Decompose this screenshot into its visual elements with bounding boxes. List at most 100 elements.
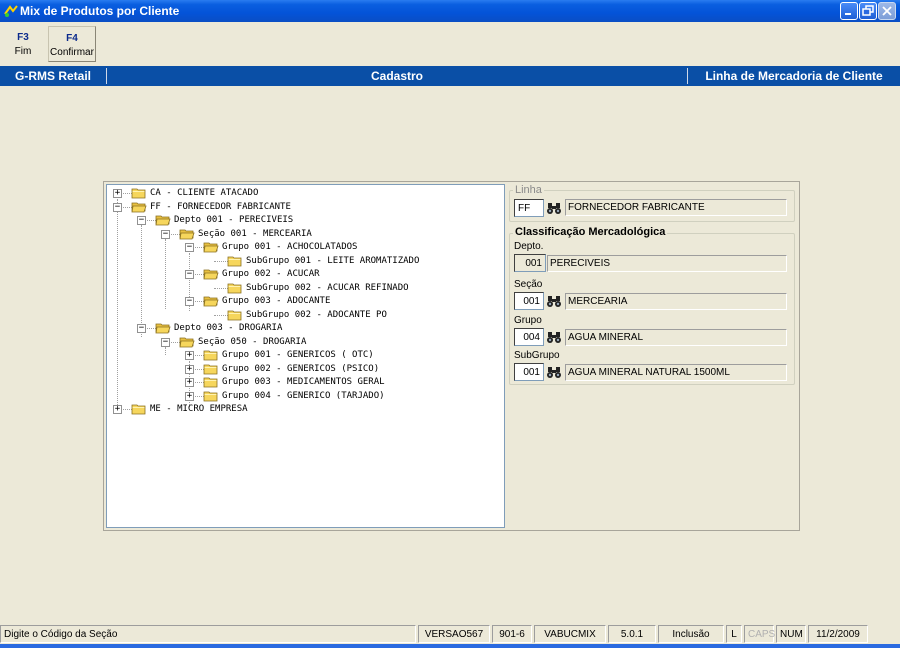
tree-node[interactable]: + Grupo 003 - MEDICAMENTOS GERAL [107,376,502,389]
expand-icon[interactable]: + [185,391,194,401]
tree-node-label: Grupo 004 - GENERICO (TARJADO) [222,390,385,401]
tree-node[interactable]: − Grupo 002 - ACUCAR [107,268,502,281]
secao-code-input[interactable]: 001 [514,292,544,310]
grupo-code-input[interactable]: 004 [514,328,544,346]
tree-node[interactable]: + CA - CLIENTE ATACADO [107,187,502,200]
tree-connector [214,314,228,316]
f4-label: Confirmar [50,47,94,58]
subgrupo-search-icon[interactable] [546,365,562,379]
tree-node[interactable]: − Grupo 001 - ACHOCOLATADOS [107,241,502,254]
close-icon [882,6,892,16]
window-title: Mix de Produtos por Cliente [20,4,180,18]
status-code: 901-6 [492,625,532,643]
app-icon [4,5,18,17]
secao-description: MERCEARIA [565,293,787,310]
tree-connector [214,287,228,289]
tree-node[interactable]: + Grupo 004 - GENERICO (TARJADO) [107,390,502,403]
minimize-button[interactable] [840,2,858,20]
grupo-description: AGUA MINERAL [565,329,787,346]
taskbar-edge [0,644,900,648]
subgrupo-description: AGUA MINERAL NATURAL 1500ML [565,364,787,381]
subgrupo-code-input[interactable]: 001 [514,363,544,381]
tree-node-label: Grupo 001 - ACHOCOLATADOS [222,242,358,252]
tree-node-label: Grupo 002 - GENERICOS (PSICO) [222,363,380,374]
collapse-icon[interactable]: − [137,216,146,225]
tree-node-label: SubGrupo 001 - LEITE AROMATIZADO [246,255,420,266]
folder-icon [155,323,171,334]
depto-label: Depto. [514,241,544,252]
folder-icon [203,242,219,253]
grupo-label: Grupo [514,315,542,326]
status-message: Digite o Código da Seção [0,625,416,643]
tree-node-label: SubGrupo 002 - ACUCAR REFINADO [246,282,409,293]
status-date: 11/2/2009 [808,625,868,643]
linha-code-input[interactable]: FF [514,199,544,217]
expand-icon[interactable]: + [185,351,194,360]
tree-node-label: Depto 003 - DROGARIA [174,323,283,333]
expand-icon[interactable]: + [185,378,194,387]
folder-icon [203,391,218,401]
tree-node[interactable]: − Grupo 003 - ADOCANTE [107,295,502,308]
linha-search-icon[interactable] [546,201,562,215]
toolbar: F3 Fim F4 Confirmar [0,22,900,64]
tree-node-label: Grupo 003 - ADOCANTE [222,296,331,306]
tree-node-label: Seção 050 - DROGARIA [198,336,307,347]
tree-node-label: FF - FORNECEDOR FABRICANTE [150,201,291,212]
collapse-icon[interactable]: − [161,229,170,239]
tree-node[interactable]: SubGrupo 002 - ACUCAR REFINADO [107,282,502,295]
tree-node-label: Grupo 002 - ACUCAR [222,269,320,279]
depto-code-input: 001 [514,254,546,272]
collapse-icon[interactable]: − [185,243,194,252]
folder-icon [179,229,195,239]
restore-button[interactable] [859,2,877,20]
tree-node[interactable]: + Grupo 002 - GENERICOS (PSICO) [107,363,502,376]
status-num: NUM [776,625,806,643]
tree-node[interactable]: − Seção 001 - MERCEARIA [107,228,502,241]
status-l: L [726,625,742,643]
collapse-icon[interactable]: − [137,324,146,333]
tree-node[interactable]: SubGrupo 002 - ADOCANTE PO [107,309,502,322]
expand-icon[interactable]: + [185,364,194,374]
tree-node[interactable]: SubGrupo 001 - LEITE AROMATIZADO [107,255,502,268]
folder-icon [131,188,146,199]
tree-node-label: Depto 001 - PERECIVEIS [174,215,294,225]
tree-node-label: CA - CLIENTE ATACADO [150,188,259,198]
secao-label: Seção [514,279,543,290]
folder-icon [203,377,218,388]
header-screen-name: Linha de Mercadoria de Cliente [705,69,883,83]
title-bar: Mix de Produtos por Cliente [0,0,900,22]
grupo-search-icon[interactable] [546,330,562,344]
collapse-icon[interactable]: − [113,202,122,212]
classification-tree[interactable]: + CA - CLIENTE ATACADO − FF - FORNECEDOR FA… [106,184,505,528]
tree-node[interactable]: − Seção 050 - DROGARIA [107,336,502,349]
expand-icon[interactable]: + [113,405,122,414]
tree-node[interactable]: + ME - MICRO EMPRESA [107,403,502,416]
status-version: VERSAO567 [418,625,490,643]
folder-icon [203,269,219,280]
folder-icon [179,337,195,347]
tree-node[interactable]: − Depto 001 - PERECIVEIS [107,214,502,227]
tree-node-label: SubGrupo 002 - ADOCANTE PO [246,309,387,320]
collapse-icon[interactable]: − [161,337,170,347]
f4-key: F4 [66,33,78,44]
close-button[interactable] [878,2,896,20]
status-program: VABUCMIX [534,625,606,643]
tree-node[interactable]: + Grupo 001 - GENERICOS ( OTC) [107,349,502,362]
tree-node[interactable]: − Depto 003 - DROGARIA [107,322,502,335]
folder-icon [203,296,219,307]
folder-icon [227,256,242,266]
secao-search-icon[interactable] [546,294,562,308]
linha-description: FORNECEDOR FABRICANTE [565,199,787,216]
tree-node-label: ME - MICRO EMPRESA [150,404,248,414]
confirm-button[interactable]: F4 Confirmar [48,26,96,62]
exit-button[interactable]: F3 Fim [4,26,42,62]
folder-icon [131,404,146,415]
collapse-icon[interactable]: − [185,270,194,279]
tree-node-label: Grupo 001 - GENERICOS ( OTC) [222,350,374,360]
tree-node[interactable]: − FF - FORNECEDOR FABRICANTE [107,201,502,214]
expand-icon[interactable]: + [113,189,122,198]
status-release: 5.0.1 [608,625,656,643]
f3-key: F3 [17,32,29,43]
collapse-icon[interactable]: − [185,297,194,306]
header-section: Cadastro [370,69,423,83]
